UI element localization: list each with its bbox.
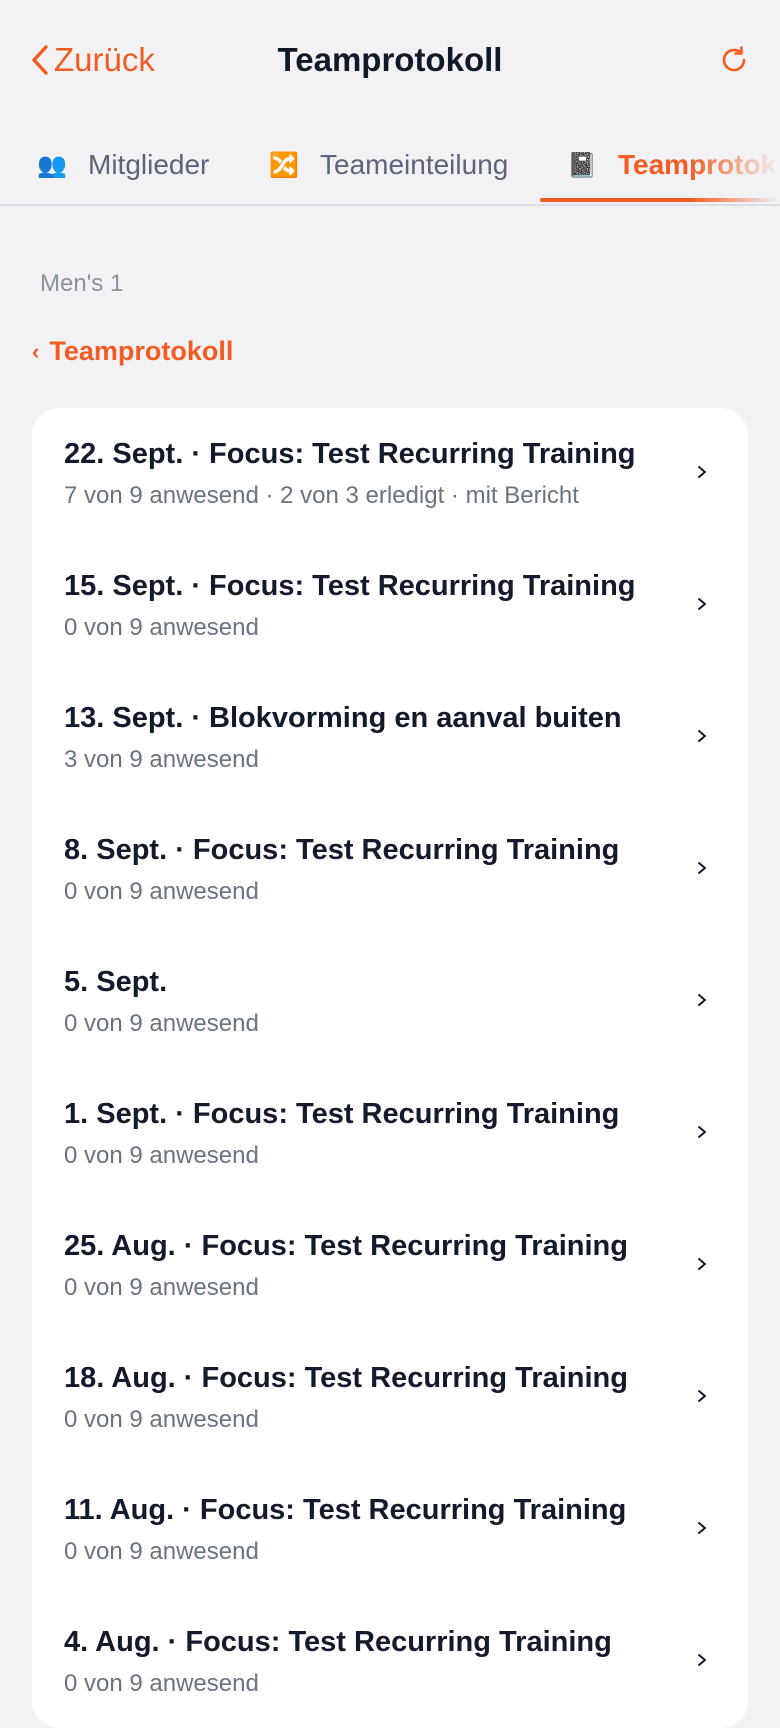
breadcrumb-label: Teamprotokoll: [49, 336, 234, 366]
people-icon: 👥: [37, 151, 67, 179]
chevron-right-icon: [698, 466, 706, 478]
tab-label: Mitglieder: [88, 149, 210, 180]
notebook-icon: 📓: [567, 151, 597, 179]
tab-bar: 👥 Mitglieder 🔀 Teameinteilung 📓 Teamprot…: [0, 126, 780, 206]
entry-title: 15. Sept. · Focus: Test Recurring Traini…: [64, 570, 636, 602]
tab-members[interactable]: 👥 Mitglieder: [36, 126, 209, 204]
chevron-left-icon: ‹: [32, 338, 40, 364]
entry-subtitle: 0 von 9 anwesend: [64, 1142, 259, 1169]
entry-subtitle: 0 von 9 anwesend: [64, 1670, 259, 1697]
entry-subtitle: 3 von 9 anwesend: [64, 746, 259, 773]
chevron-right-icon: [698, 1126, 706, 1138]
list-item[interactable]: 5. Sept. 0 von 9 anwesend: [32, 936, 748, 1068]
list-item[interactable]: 13. Sept. · Blokvorming en aanval buiten…: [32, 672, 748, 804]
chevron-right-icon: [698, 730, 706, 742]
list-item[interactable]: 8. Sept. · Focus: Test Recurring Trainin…: [32, 804, 748, 936]
entry-subtitle: 0 von 9 anwesend: [64, 878, 259, 905]
team-name: Men's 1: [40, 270, 124, 297]
entry-subtitle: 0 von 9 anwesend: [64, 1538, 259, 1565]
entry-title: 13. Sept. · Blokvorming en aanval buiten: [64, 702, 622, 734]
entry-title: 22. Sept. · Focus: Test Recurring Traini…: [64, 438, 636, 470]
entry-title: 5. Sept.: [64, 966, 168, 998]
breadcrumb-team-log[interactable]: ‹ Teamprotokoll: [32, 336, 233, 367]
page-title: Teamprotokoll: [277, 41, 503, 78]
chevron-right-icon: [698, 1258, 706, 1270]
list-item[interactable]: 11. Aug. · Focus: Test Recurring Trainin…: [32, 1464, 748, 1596]
refresh-icon: [722, 46, 746, 72]
chevron-right-icon: [698, 1390, 706, 1402]
chevron-right-icon: [698, 862, 706, 874]
entry-subtitle: 0 von 9 anwesend: [64, 1406, 259, 1433]
team-log-list: 22. Sept. · Focus: Test Recurring Traini…: [32, 408, 748, 1728]
chevron-right-icon: [698, 1654, 706, 1666]
list-item[interactable]: 18. Aug. · Focus: Test Recurring Trainin…: [32, 1332, 748, 1464]
entry-title: 25. Aug. · Focus: Test Recurring Trainin…: [64, 1230, 628, 1262]
entry-subtitle: 7 von 9 anwesend · 2 von 3 erledigt · mi…: [64, 482, 579, 509]
list-item[interactable]: 1. Sept. · Focus: Test Recurring Trainin…: [32, 1068, 748, 1200]
entry-title: 8. Sept. · Focus: Test Recurring Trainin…: [64, 834, 620, 866]
list-item[interactable]: 15. Sept. · Focus: Test Recurring Traini…: [32, 540, 748, 672]
entry-title: 18. Aug. · Focus: Test Recurring Trainin…: [64, 1362, 628, 1394]
refresh-button[interactable]: [714, 40, 754, 80]
entry-title: 11. Aug. · Focus: Test Recurring Trainin…: [64, 1494, 627, 1526]
chevron-right-icon: [698, 1522, 706, 1534]
entry-subtitle: 0 von 9 anwesend: [64, 614, 259, 641]
tab-fade-overlay: [690, 126, 780, 202]
chevron-right-icon: [698, 598, 706, 610]
chevron-right-icon: [698, 994, 706, 1006]
entry-subtitle: 0 von 9 anwesend: [64, 1010, 259, 1037]
tab-label: Teameinteilung: [320, 149, 509, 180]
list-item[interactable]: 22. Sept. · Focus: Test Recurring Traini…: [32, 408, 748, 540]
list-item[interactable]: 4. Aug. · Focus: Test Recurring Training…: [32, 1596, 748, 1728]
shuffle-icon: 🔀: [269, 151, 299, 179]
tab-team-assignment[interactable]: 🔀 Teameinteilung: [268, 126, 508, 204]
top-bar: Zurück Teamprotokoll: [0, 0, 780, 120]
entry-subtitle: 0 von 9 anwesend: [64, 1274, 259, 1301]
entry-title: 4. Aug. · Focus: Test Recurring Training: [64, 1626, 612, 1658]
list-item[interactable]: 25. Aug. · Focus: Test Recurring Trainin…: [32, 1200, 748, 1332]
entry-title: 1. Sept. · Focus: Test Recurring Trainin…: [64, 1098, 620, 1130]
